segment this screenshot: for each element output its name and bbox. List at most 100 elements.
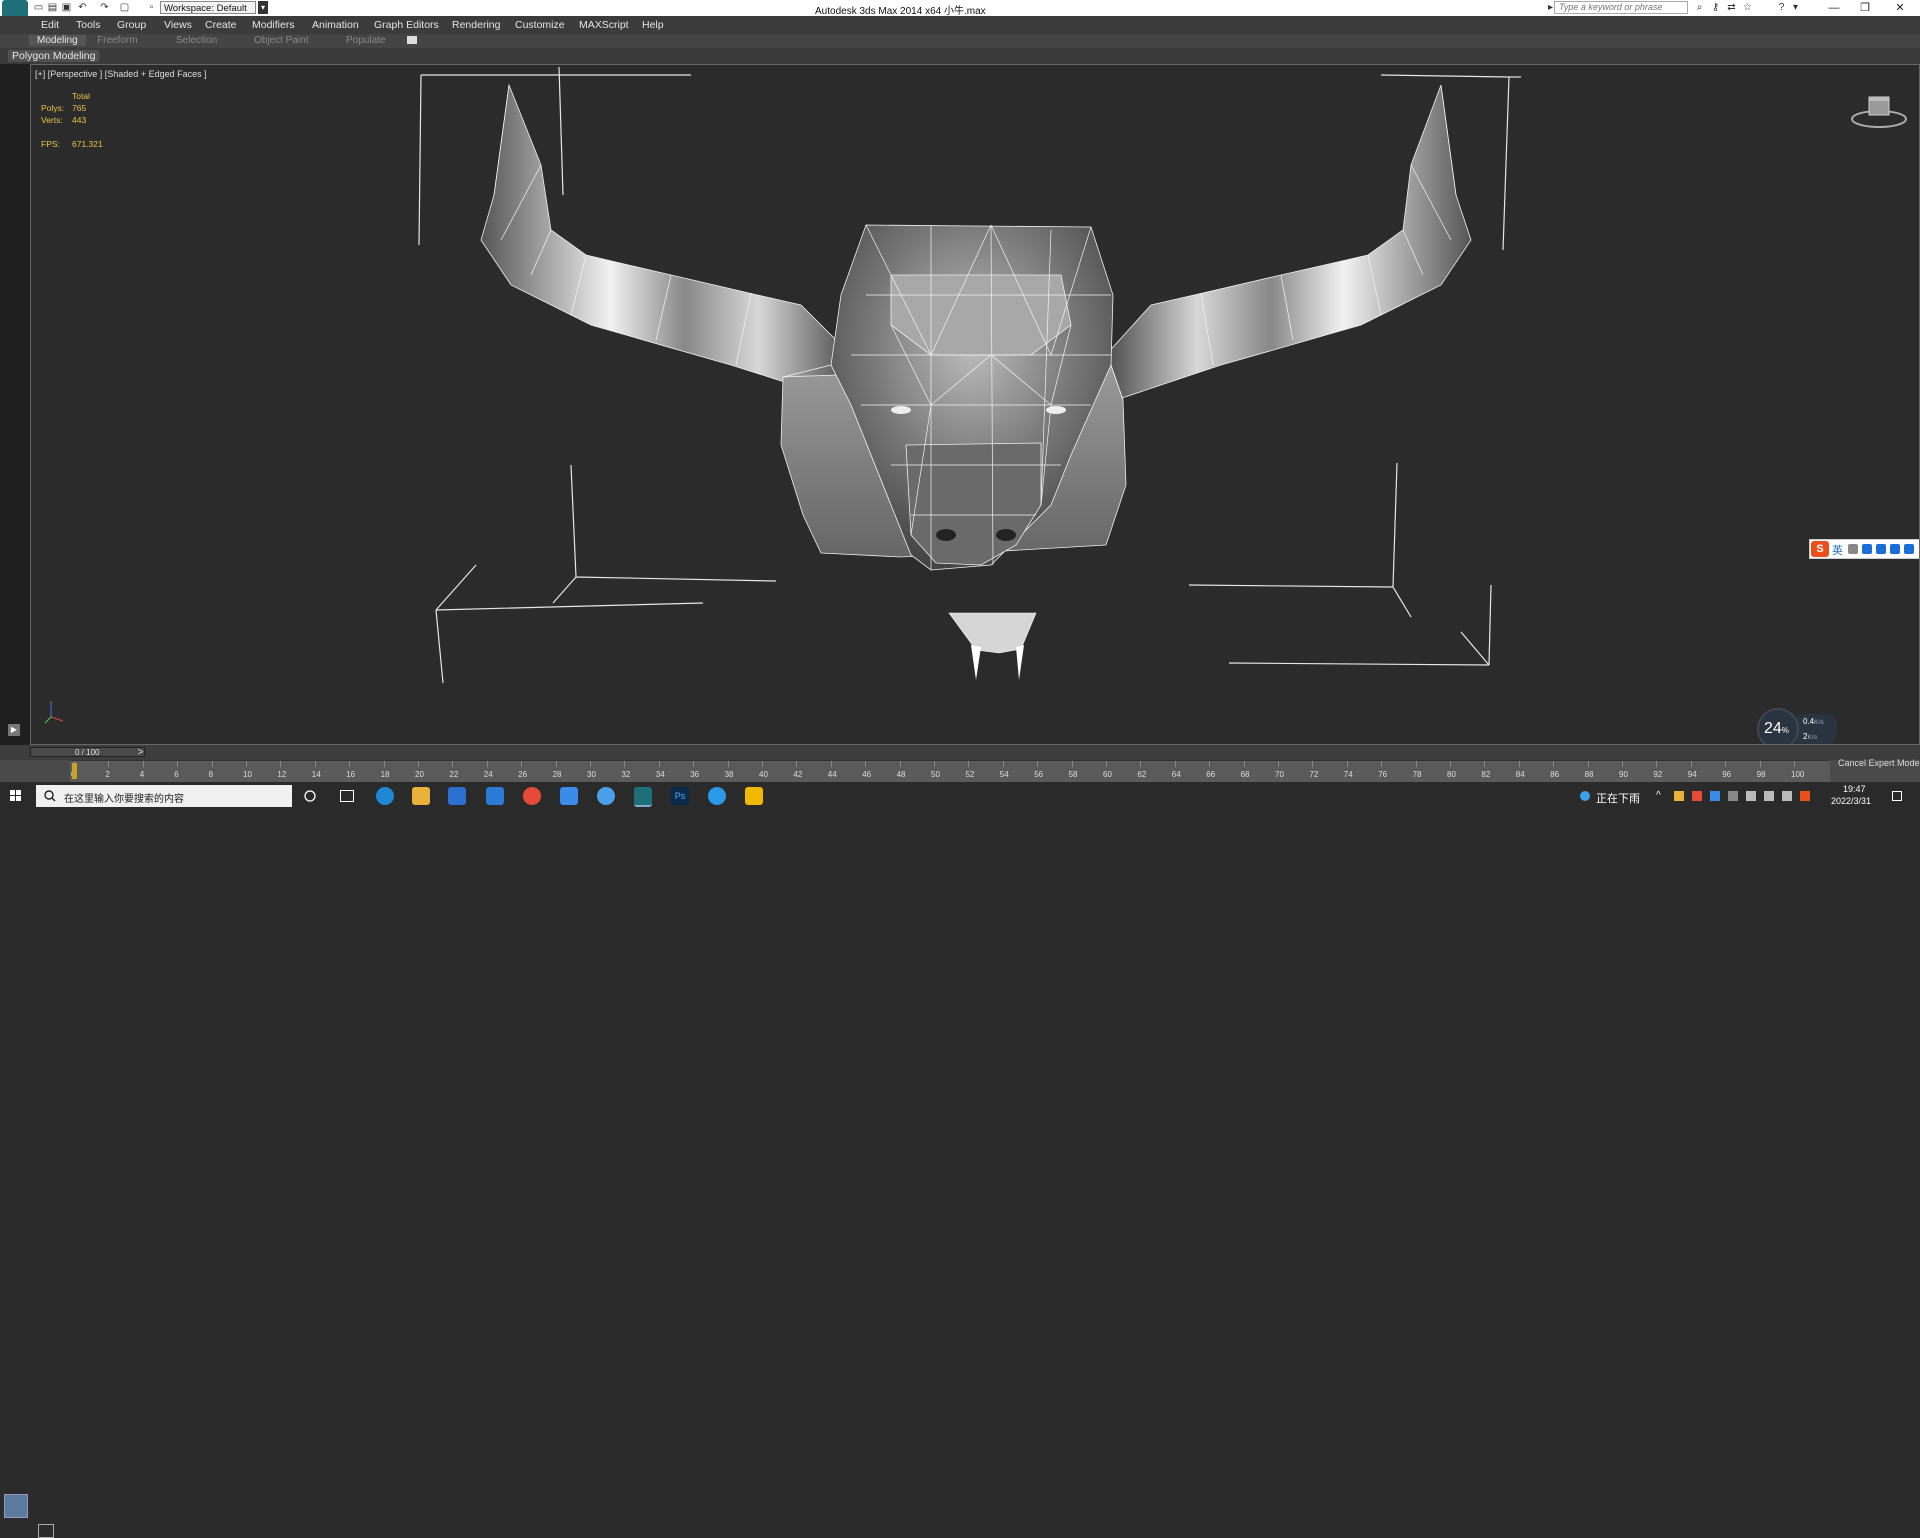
windows-logo-icon[interactable] <box>10 790 22 802</box>
menu-create[interactable]: Create <box>205 19 237 31</box>
time-slider[interactable]: 0 / 100 <box>30 747 145 757</box>
mail-icon[interactable] <box>486 787 504 805</box>
punctuation-icon[interactable] <box>1848 544 1858 554</box>
title-bar: ▭ ▤ ▣ ↶ ↷ ▢ ▫ Workspace: Default ▾ Autod… <box>0 0 1920 30</box>
edge-icon[interactable] <box>376 787 394 805</box>
ribbon-panel-bar: Polygon Modeling <box>0 48 1920 65</box>
key-mode-icon[interactable] <box>38 1524 54 1538</box>
tray-sogou-icon[interactable] <box>1800 791 1810 801</box>
cortana-icon[interactable] <box>304 790 316 802</box>
3dsmax-taskbar-icon[interactable] <box>634 787 652 807</box>
help-icon[interactable]: ? <box>1776 2 1787 13</box>
store-icon[interactable] <box>448 787 466 805</box>
timeline-tick-label: 82 <box>1481 770 1491 779</box>
timeline-tick <box>1794 761 1795 767</box>
workspace-chevron-down-icon[interactable]: ▾ <box>258 1 268 14</box>
menu-animation[interactable]: Animation <box>312 19 359 31</box>
timeline-tick <box>1553 761 1555 767</box>
timeline-tick-label: 20 <box>415 770 424 779</box>
feishu-icon[interactable] <box>560 787 578 805</box>
timeline-tick-label: 64 <box>1171 770 1181 779</box>
play-icon[interactable]: ▶ <box>8 724 20 736</box>
tray-pen-icon[interactable] <box>1764 791 1774 801</box>
key-icon[interactable]: ⚷ <box>1710 2 1721 13</box>
polygon-modeling-panel[interactable]: Polygon Modeling <box>8 50 100 62</box>
tab-modeling[interactable]: Modeling <box>29 35 86 46</box>
tab-freeform[interactable]: Freeform <box>97 35 138 46</box>
file-explorer-icon[interactable] <box>412 787 430 805</box>
chrome-icon[interactable] <box>523 787 541 805</box>
chevron-up-icon[interactable]: ^ <box>1656 791 1666 801</box>
tray-volume-icon[interactable] <box>1746 791 1756 801</box>
menu-tools[interactable]: Tools <box>76 19 101 31</box>
browser-icon[interactable] <box>708 787 726 805</box>
microphone-icon[interactable] <box>1862 544 1872 554</box>
task-view-icon[interactable] <box>340 790 354 802</box>
mini-listener-icon[interactable] <box>4 1494 28 1518</box>
undo-icon[interactable]: ↶ <box>77 2 88 13</box>
tray-usb-icon[interactable] <box>1728 791 1738 801</box>
tray-wifi-icon[interactable] <box>1782 791 1792 801</box>
sogou-logo-icon[interactable]: S <box>1811 541 1829 557</box>
menu-views[interactable]: Views <box>164 19 192 31</box>
network-monitor[interactable]: 24% 0.4K/s 2K/s <box>1757 708 1841 744</box>
perspective-viewport[interactable]: [+] [Perspective ] [Shaded + Edged Faces… <box>30 64 1920 745</box>
menu-customize[interactable]: Customize <box>515 19 565 31</box>
next-frame-icon[interactable]: > <box>135 747 146 758</box>
new-file-icon[interactable]: ▭ <box>33 2 44 13</box>
timeline-tick-label: 90 <box>1619 770 1628 779</box>
tab-object-paint[interactable]: Object Paint <box>254 35 308 46</box>
menu-help[interactable]: Help <box>642 19 664 31</box>
left-fang <box>971 645 981 680</box>
menu-modifiers[interactable]: Modifiers <box>252 19 295 31</box>
app-k-icon[interactable] <box>745 787 763 805</box>
save-icon[interactable]: ▣ <box>61 2 72 13</box>
tab-populate[interactable]: Populate <box>346 35 385 46</box>
menu-group[interactable]: Group <box>117 19 146 31</box>
menu-edit[interactable]: Edit <box>41 19 59 31</box>
close-icon[interactable]: ✕ <box>1885 0 1915 16</box>
exchange-icon[interactable]: ⇄ <box>1726 2 1737 13</box>
redo-icon[interactable]: ↷ <box>99 2 110 13</box>
menu-maxscript[interactable]: MAXScript <box>579 19 629 31</box>
bull-head-model[interactable] <box>31 65 1919 744</box>
timeline-track[interactable]: 0246810121416182022242628303234363840424… <box>70 760 1830 783</box>
timeline-tick <box>1174 761 1176 767</box>
tray-app-icon[interactable] <box>1692 791 1702 801</box>
search-icon[interactable]: ⌕ <box>1694 2 1705 13</box>
search-input[interactable]: Type a keyword or phrase <box>1554 1 1688 14</box>
clock-date[interactable]: 2022/3/31 <box>1831 796 1871 806</box>
skin-icon[interactable] <box>1890 544 1900 554</box>
keyboard-icon[interactable] <box>1876 544 1886 554</box>
ime-toolbar[interactable]: S 英 <box>1809 539 1919 559</box>
tray-folder-icon[interactable] <box>1674 791 1684 801</box>
clock-time[interactable]: 19:47 <box>1843 784 1866 794</box>
open-icon[interactable]: ▤ <box>47 2 58 13</box>
star-icon[interactable]: ☆ <box>1742 2 1753 13</box>
viewcube-icon[interactable] <box>1849 91 1909 131</box>
help-dropdown-icon[interactable]: ▾ <box>1790 2 1801 13</box>
menu-graph-editors[interactable]: Graph Editors <box>374 19 439 31</box>
restore-icon[interactable]: ❐ <box>1850 0 1880 16</box>
timeline-tick <box>108 761 110 767</box>
hold-icon[interactable]: ▫ <box>146 2 157 13</box>
cancel-expert-mode-button[interactable]: Cancel Expert Mode <box>1838 758 1920 768</box>
weather-text[interactable]: 正在下雨 <box>1596 790 1640 806</box>
bird-app-icon[interactable] <box>597 787 615 805</box>
workspace-dropdown[interactable]: Workspace: Default <box>160 1 256 14</box>
timeline-tick <box>727 761 729 767</box>
ime-language[interactable]: 英 <box>1832 542 1843 558</box>
weather-icon[interactable] <box>1580 791 1590 801</box>
project-folder-icon[interactable]: ▢ <box>119 2 130 13</box>
ribbon-toggle-icon[interactable] <box>407 36 417 44</box>
tab-selection[interactable]: Selection <box>176 35 217 46</box>
notification-icon[interactable] <box>1892 791 1902 801</box>
minimize-icon[interactable]: — <box>1819 0 1849 16</box>
menu-rendering[interactable]: Rendering <box>452 19 500 31</box>
timeline-tick <box>899 761 901 767</box>
tray-shield-icon[interactable] <box>1710 791 1720 801</box>
photoshop-icon[interactable]: Ps <box>671 787 689 805</box>
toolbox-icon[interactable] <box>1904 544 1914 554</box>
taskbar-search[interactable]: 在这里输入你要搜索的内容 <box>36 785 292 807</box>
time-cursor[interactable] <box>72 763 77 779</box>
